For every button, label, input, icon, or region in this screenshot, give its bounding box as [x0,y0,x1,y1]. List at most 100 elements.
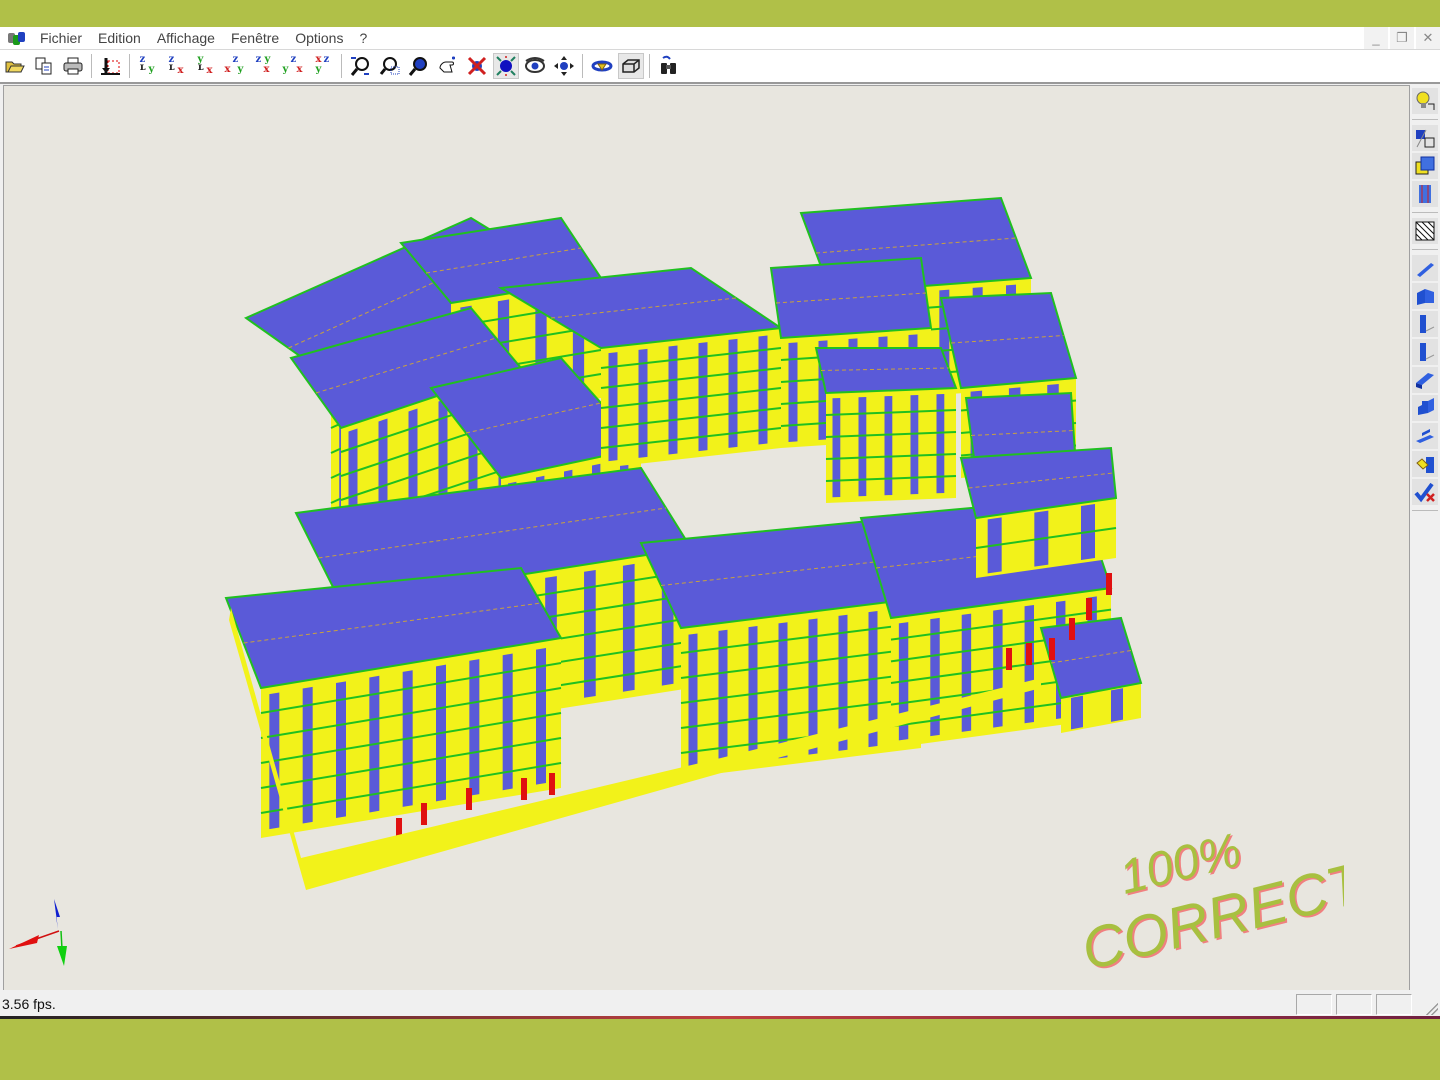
window-strip [1111,688,1123,722]
column-element [466,788,472,810]
view-zx-button[interactable]: zʟx [165,53,191,79]
view-yx-icon: yʟx [197,54,213,76]
plane-button[interactable] [1412,153,1438,179]
layers-toggle-button[interactable] [1412,125,1438,151]
palette-separator [1412,249,1438,250]
minimize-button[interactable]: _ [1364,27,1388,49]
find-button[interactable] [656,53,682,79]
center-icon [495,56,516,76]
section-button[interactable] [98,53,124,79]
footing-icon [1416,457,1434,473]
center-button[interactable] [492,53,519,79]
toolbar: zʟy zʟx yʟx zxy zyx zyx xzy [0,50,1440,84]
slab-icon [1416,373,1434,389]
no-rotate-button[interactable] [464,53,490,79]
light-bulb-button[interactable] [1412,88,1438,114]
menu-affichage[interactable]: Affichage [149,30,223,46]
column-element [1106,573,1112,595]
view-yzx-icon: zyx [282,54,303,75]
column-loads-icon [1419,185,1431,203]
menu-options[interactable]: Options [287,30,351,46]
eye-button[interactable] [522,53,548,79]
app-logo-icon[interactable] [8,30,26,46]
restore-button[interactable]: ❐ [1390,27,1414,49]
view-zy-button[interactable]: zʟy [136,53,162,79]
view-zy-icon: zʟy [139,54,155,75]
view-yzx-button[interactable]: zyx [281,53,307,79]
window-strip [858,396,867,497]
beam-button[interactable] [1412,255,1438,281]
move-icon [553,56,574,76]
wall-icon [1417,289,1434,305]
open-button[interactable] [2,53,28,79]
beam-icon [1417,263,1434,277]
stair-button[interactable] [1412,395,1438,421]
validate-button[interactable] [1412,479,1438,505]
column-element [549,773,555,795]
menu-help[interactable]: ? [351,30,375,46]
footing-button[interactable] [1412,451,1438,477]
toolbar-separator [129,54,130,78]
status-pane [1296,994,1332,1015]
print-button[interactable] [60,53,86,79]
view-zyx-button[interactable]: zyx [252,53,278,79]
view-zyx-icon: zyx [255,54,271,75]
orbit-icon [591,60,612,72]
orbit-button[interactable] [589,53,615,79]
slab-button[interactable] [1412,367,1438,393]
fps-readout: 3.56 fps. [2,995,56,1012]
column-2-button[interactable] [1412,339,1438,365]
y-axis-icon [57,946,67,966]
box-render-button[interactable] [617,53,644,79]
column-element [1006,648,1012,670]
zoom-button[interactable] [406,53,432,79]
validate-icon [1414,482,1435,503]
3d-viewport[interactable]: 100% 100% CORRECT CORRECT [3,85,1410,992]
roof-slab [769,256,933,340]
wall-button[interactable] [1412,283,1438,309]
menu-fenetre[interactable]: Fenêtre [223,30,287,46]
column-2-icon [1420,343,1435,361]
no-rotate-icon [467,56,486,76]
open-icon [5,61,25,73]
close-button[interactable]: ✕ [1416,27,1440,49]
window-strip [788,342,798,442]
binoculars-icon [660,55,676,74]
pan-button[interactable] [435,53,461,79]
print-icon [63,57,82,75]
view-xzy-button[interactable]: zxy [223,53,249,79]
view-xzy2-button[interactable]: xzy [310,53,336,79]
view-yx-button[interactable]: yʟx [194,53,220,79]
status-pane [1336,994,1372,1015]
section-icon [100,58,120,75]
view-zx-icon: zʟx [168,54,184,76]
menu-edition[interactable]: Edition [90,30,149,46]
stair-icon [1418,398,1434,415]
column-button[interactable] [1412,311,1438,337]
window-strip [1071,695,1083,730]
axis-triad [9,899,67,966]
right-tool-palette [1410,85,1440,992]
resize-grip[interactable] [1426,1003,1438,1015]
box-render-icon [621,59,640,73]
window-strip [884,395,893,496]
column-loads-button[interactable] [1412,181,1438,207]
zoom-window-button[interactable] [377,53,403,79]
zoom-in-button[interactable] [348,53,374,79]
column-element [1086,598,1092,620]
mesh-button[interactable] [1412,218,1438,244]
move-button[interactable] [551,53,577,79]
palette-separator [1412,510,1438,511]
zoom-in-icon [350,57,369,76]
foundation-button[interactable] [1412,423,1438,449]
copy-button[interactable] [31,53,57,79]
eye-icon [524,57,545,73]
column-element [1026,643,1032,665]
toolbar-separator [341,54,342,78]
column-element [1069,618,1075,640]
menu-fichier[interactable]: Fichier [32,30,90,46]
toolbar-separator [649,54,650,78]
x-axis-icon [9,935,39,949]
palette-separator [1412,119,1438,120]
layers-toggle-icon [1416,129,1435,148]
